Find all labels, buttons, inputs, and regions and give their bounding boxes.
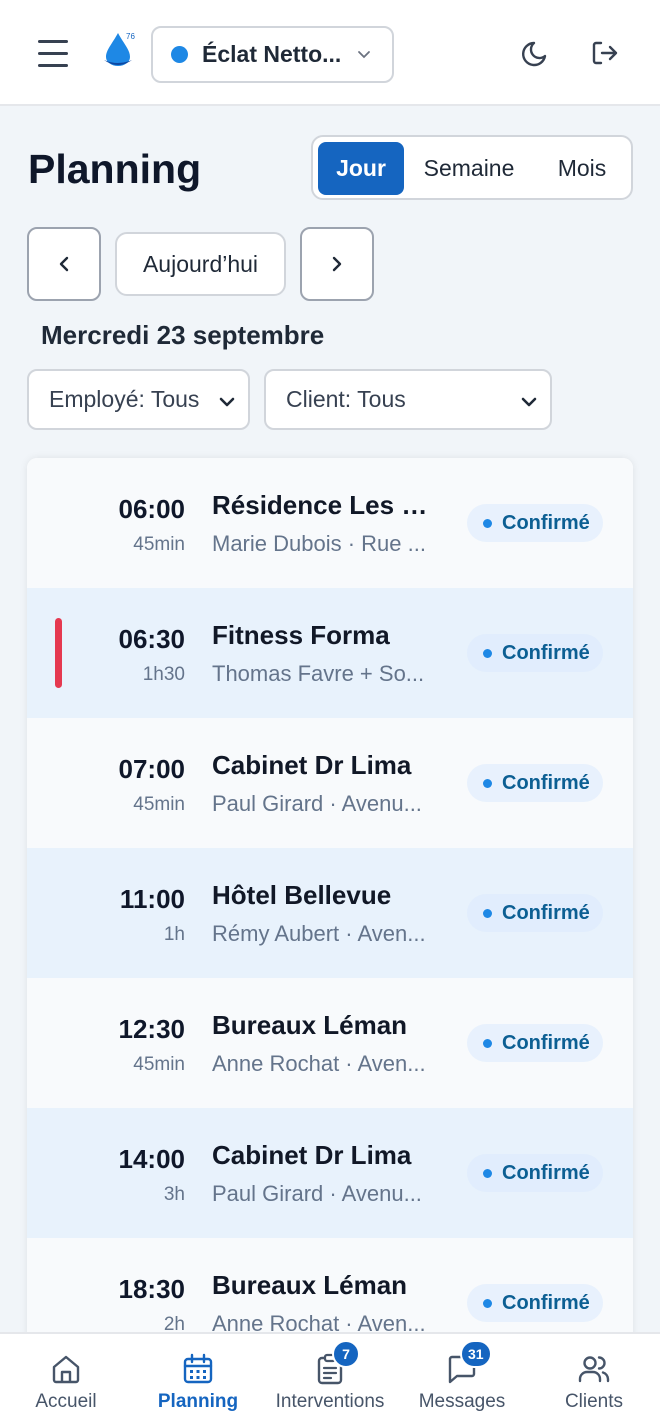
svg-text:76: 76 — [126, 32, 135, 41]
next-day-button[interactable] — [300, 227, 374, 301]
employee-filter-value: Employé: Tous — [49, 386, 200, 412]
appointment-row[interactable]: 11:00 1h Hôtel Bellevue Rémy Aubert · Av… — [27, 848, 633, 978]
tab-messages[interactable]: 31 Messages — [396, 1334, 528, 1428]
appointment-row[interactable]: 07:00 45min Cabinet Dr Lima Paul Girard … — [27, 718, 633, 848]
appointment-time: 06:00 — [118, 494, 186, 524]
page-title: Planning — [28, 146, 202, 192]
moon-icon[interactable] — [521, 38, 551, 68]
appointment-list: 06:00 45min Résidence Les Ti... Marie Du… — [27, 458, 633, 1348]
chevron-right-icon — [332, 256, 342, 272]
appointment-time: 12:30 — [118, 1014, 186, 1044]
appointment-row[interactable]: 06:30 1h30 Fitness Forma Thomas Favre + … — [27, 588, 633, 718]
tab-label: Clients — [564, 1391, 624, 1412]
previous-day-button[interactable] — [27, 227, 101, 301]
view-switch: Jour Semaine Mois — [311, 135, 633, 200]
appointment-title: Cabinet Dr Lima — [212, 1140, 412, 1170]
appointment-time: 07:00 — [118, 754, 186, 784]
appointment-time: 18:30 — [118, 1274, 186, 1304]
appointment-title: Hôtel Bellevue — [212, 880, 392, 910]
chevron-down-icon — [521, 397, 537, 407]
current-date-label: Mercredi 23 septembre — [41, 320, 325, 350]
appointment-duration: 3h — [163, 1184, 185, 1205]
tab-label: Accueil — [35, 1391, 97, 1412]
view-day-button[interactable]: Jour — [318, 142, 404, 195]
appointment-title: Bureaux Léman — [212, 1010, 408, 1040]
appointment-title: Fitness Forma — [212, 620, 390, 650]
appointment-row[interactable]: 06:00 45min Résidence Les Ti... Marie Du… — [27, 458, 633, 588]
interventions-count-badge: 7 — [332, 1340, 360, 1368]
org-status-dot — [171, 46, 188, 63]
appointment-subtitle: Thomas Favre + So... — [212, 661, 425, 686]
appointment-title: Cabinet Dr Lima — [212, 750, 412, 780]
tab-planning[interactable]: Planning — [132, 1334, 264, 1428]
appointment-subtitle: Marie Dubois · Rue ... — [212, 531, 426, 556]
tab-label: Planning — [157, 1391, 239, 1412]
status-badge: Confirmé — [467, 1284, 603, 1322]
appointment-title: Résidence Les Ti... — [212, 490, 442, 520]
status-badge: Confirmé — [467, 1024, 603, 1062]
tab-clients[interactable]: Clients — [528, 1334, 660, 1428]
view-week-button[interactable]: Semaine — [413, 142, 525, 195]
client-filter-value: Client: Tous — [286, 386, 406, 412]
calendar-icon — [183, 1353, 213, 1384]
tab-interventions[interactable]: 7 Interventions — [264, 1334, 396, 1428]
employee-filter-select[interactable]: Employé: Tous — [27, 369, 250, 430]
logout-icon[interactable] — [590, 38, 620, 68]
org-name: Éclat Netto... — [202, 41, 342, 67]
tab-accueil[interactable]: Accueil — [0, 1334, 132, 1428]
menu-icon[interactable] — [38, 40, 68, 68]
appointment-subtitle: Rémy Aubert · Aven... — [212, 921, 426, 946]
status-badge: Confirmé — [467, 894, 603, 932]
chevron-down-icon — [219, 397, 235, 407]
appointment-time: 06:30 — [118, 624, 186, 654]
appointment-duration: 45min — [133, 794, 185, 815]
chevron-down-icon — [358, 51, 370, 59]
urgent-indicator — [55, 618, 62, 688]
organization-select[interactable]: Éclat Netto... — [151, 26, 394, 83]
messages-count-badge: 31 — [460, 1340, 492, 1368]
appointment-time: 14:00 — [118, 1144, 186, 1174]
appointment-title: Bureaux Léman — [212, 1270, 408, 1300]
appointment-duration: 1h30 — [142, 664, 185, 685]
appointment-subtitle: Paul Girard · Avenu... — [212, 791, 422, 816]
users-icon — [578, 1356, 610, 1383]
chevron-left-icon — [59, 256, 69, 272]
status-badge: Confirmé — [467, 1154, 603, 1192]
today-button[interactable]: Aujourd’hui — [115, 232, 286, 296]
bottom-navigation: Accueil Planning 7 Interventions 31 Mess… — [0, 1332, 660, 1428]
appointment-subtitle: Paul Girard · Avenu... — [212, 1181, 422, 1206]
appointment-duration: 1h — [163, 924, 185, 945]
appointment-row[interactable]: 12:30 45min Bureaux Léman Anne Rochat · … — [27, 978, 633, 1108]
status-badge: Confirmé — [467, 634, 603, 672]
status-badge: Confirmé — [467, 504, 603, 542]
tab-label: Interventions — [275, 1391, 385, 1412]
status-badge: Confirmé — [467, 764, 603, 802]
tab-label: Messages — [418, 1391, 506, 1412]
appointment-subtitle: Anne Rochat · Aven... — [212, 1051, 426, 1076]
view-month-button[interactable]: Mois — [545, 142, 619, 195]
appointment-duration: 45min — [133, 1054, 185, 1075]
client-filter-select[interactable]: Client: Tous — [264, 369, 552, 430]
home-icon — [52, 1355, 80, 1384]
app-header: 76 Éclat Netto... — [0, 0, 660, 106]
appointment-duration: 45min — [133, 534, 185, 555]
appointment-time: 11:00 — [119, 884, 185, 914]
water-drop-logo: 76 — [100, 30, 140, 70]
appointment-row[interactable]: 14:00 3h Cabinet Dr Lima Paul Girard · A… — [27, 1108, 633, 1238]
